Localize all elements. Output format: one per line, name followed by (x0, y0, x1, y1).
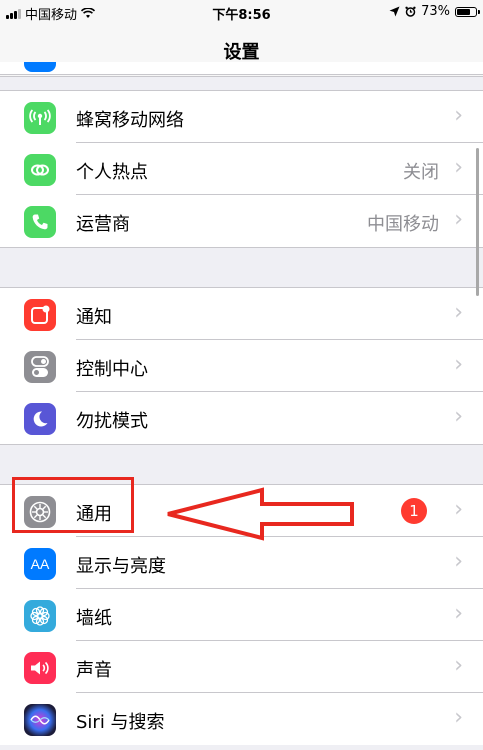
page-title: 设置 (223, 42, 260, 63)
arrow-annotation (167, 487, 354, 541)
alarm-icon (405, 6, 416, 17)
battery-percent: 73% (421, 4, 450, 19)
settings-row-label: 通知 (76, 307, 112, 328)
settings-row-value: 关闭 (403, 162, 439, 183)
settings-row-label: 勿扰模式 (76, 411, 148, 432)
text-size-glyph: AA (30, 556, 50, 572)
settings-group-network: 蜂窝移动网络 › 个人热点 关闭 › 运营商 中国移动 › (0, 90, 483, 248)
notification-icon (24, 299, 56, 331)
battery-icon (455, 6, 480, 17)
settings-row-do-not-disturb[interactable]: 勿扰模式 › (0, 392, 483, 444)
settings-row-label: 个人热点 (76, 162, 148, 183)
settings-row-display[interactable]: AA 显示与亮度 › (0, 537, 483, 589)
chevron-right-icon: › (454, 352, 463, 377)
chevron-right-icon: › (454, 207, 463, 232)
chevron-right-icon: › (454, 705, 463, 730)
chevron-right-icon: › (454, 601, 463, 626)
flower-icon (24, 600, 56, 632)
chevron-right-icon: › (454, 653, 463, 678)
settings-row-value: 中国移动 (367, 214, 439, 235)
settings-row-hotspot[interactable]: 个人热点 关闭 › (0, 143, 483, 195)
chevron-right-icon: › (454, 155, 463, 180)
settings-row-cellular[interactable]: 蜂窝移动网络 › (0, 91, 483, 143)
status-bar: 中国移动 下午8:56 73% (0, 0, 483, 24)
cellular-icon (24, 102, 56, 134)
moon-icon (24, 403, 56, 435)
settings-group-notifications: 通知 › 控制中心 › 勿扰模式 › (0, 287, 483, 445)
text-size-icon: AA (24, 548, 56, 580)
highlight-box (12, 477, 134, 533)
settings-row-label: 控制中心 (76, 359, 148, 380)
chevron-right-icon: › (454, 497, 463, 522)
control-center-icon (24, 351, 56, 383)
phone-icon (24, 206, 56, 238)
settings-row-label: 蜂窝移动网络 (76, 110, 184, 131)
settings-row-label: 声音 (76, 660, 112, 681)
settings-row-siri[interactable]: Siri 与搜索 › (0, 693, 483, 745)
scrollbar[interactable] (476, 148, 479, 296)
settings-row-notifications[interactable]: 通知 › (0, 288, 483, 340)
status-right: 73% (389, 4, 480, 19)
chevron-right-icon: › (454, 549, 463, 574)
speaker-icon (24, 652, 56, 684)
settings-group-top (0, 62, 483, 75)
hotspot-icon (24, 154, 56, 186)
settings-row-label: 显示与亮度 (76, 556, 166, 577)
settings-row-sounds[interactable]: 声音 › (0, 641, 483, 693)
chevron-right-icon: › (454, 103, 463, 128)
location-icon (389, 6, 400, 17)
settings-row-label: Siri 与搜索 (76, 712, 165, 733)
update-badge: 1 (401, 498, 427, 524)
settings-row-wallpaper[interactable]: 墙纸 › (0, 589, 483, 641)
partial-icon (24, 62, 56, 72)
settings-row-label: 运营商 (76, 214, 130, 235)
settings-row-carrier[interactable]: 运营商 中国移动 › (0, 195, 483, 247)
chevron-right-icon: › (454, 404, 463, 429)
chevron-right-icon: › (454, 300, 463, 325)
settings-row-label: 墙纸 (76, 608, 112, 629)
settings-row-control-center[interactable]: 控制中心 › (0, 340, 483, 392)
siri-icon (24, 704, 56, 736)
